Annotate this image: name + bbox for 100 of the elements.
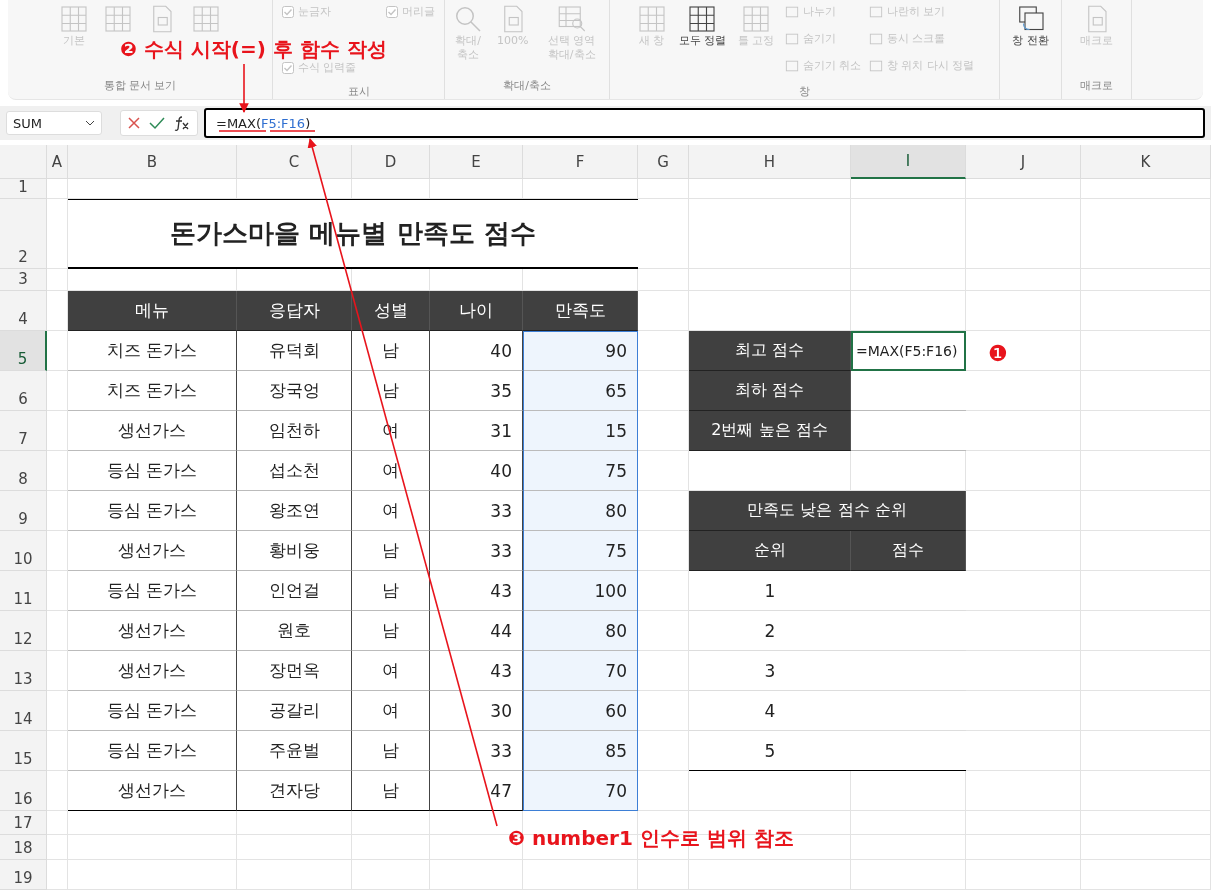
step-marker: ❶	[988, 341, 1008, 367]
summary-label: 최고 점수	[689, 331, 851, 371]
table-cell: 생선가스	[68, 531, 237, 571]
table-cell: 임천하	[237, 411, 352, 451]
group-label: 통합 문서 보기	[103, 78, 177, 94]
magnifier-icon	[453, 4, 483, 34]
arrow	[239, 63, 249, 113]
column-header[interactable]: D	[352, 145, 430, 179]
table-cell: 여	[352, 491, 430, 531]
table-cell: 생선가스	[68, 651, 237, 691]
window-grid-icon	[59, 4, 89, 34]
window-icon	[869, 4, 883, 19]
close-icon[interactable]	[127, 116, 141, 130]
group-label: 매크로	[1080, 78, 1113, 94]
table-cell: 남	[352, 531, 430, 571]
table-header: 점수	[851, 531, 966, 571]
table-cell: 생선가스	[68, 411, 237, 451]
table-cell: 여	[352, 691, 430, 731]
table-cell: 33	[430, 531, 523, 571]
row-header[interactable]: 12	[0, 611, 47, 651]
column-header[interactable]: I	[851, 145, 966, 179]
summary-cell[interactable]	[851, 371, 966, 411]
name-box[interactable]: SUM	[6, 111, 102, 135]
table-cell: 70	[523, 771, 638, 811]
row-header[interactable]: 18	[0, 835, 47, 860]
row-header[interactable]: 9	[0, 491, 47, 531]
row-header[interactable]: 19	[0, 860, 47, 890]
column-header[interactable]: E	[430, 145, 523, 179]
function-icon[interactable]	[173, 115, 191, 131]
formula-field[interactable]: =MAX(F5:F16)	[204, 108, 1205, 138]
table-cell: 60	[523, 691, 638, 731]
row-header[interactable]: 14	[0, 691, 47, 731]
table-cell: 44	[430, 611, 523, 651]
row-header[interactable]: 15	[0, 731, 47, 771]
table-cell: 31	[430, 411, 523, 451]
table-cell: 30	[430, 691, 523, 731]
table-cell: 80	[523, 611, 638, 651]
table-cell: 치즈 돈가스	[68, 371, 237, 411]
table-cell: 견자당	[237, 771, 352, 811]
table-cell: 여	[352, 651, 430, 691]
row-header[interactable]: 4	[0, 291, 47, 331]
row-header[interactable]: 11	[0, 571, 47, 611]
table-cell: 90	[523, 331, 638, 371]
table-cell: 유덕회	[237, 331, 352, 371]
table-header: 메뉴	[68, 291, 237, 331]
row-header[interactable]: 5	[0, 331, 47, 371]
row-header[interactable]: 2	[0, 199, 47, 269]
table-header: 응답자	[237, 291, 352, 331]
chevron-icon	[85, 120, 95, 126]
row-header[interactable]: 3	[0, 269, 47, 291]
checkmark-icon[interactable]	[149, 116, 165, 130]
table-cell: 남	[352, 571, 430, 611]
row-header[interactable]: 7	[0, 411, 47, 451]
column-header[interactable]: G	[638, 145, 689, 179]
select-all-corner[interactable]	[0, 145, 47, 179]
table-header: 순위	[689, 531, 851, 571]
table-cell: 남	[352, 331, 430, 371]
column-header[interactable]: F	[523, 145, 638, 179]
column-header[interactable]: H	[689, 145, 851, 179]
column-header[interactable]: K	[1081, 145, 1211, 179]
ribbon-button[interactable]: 창 전환	[1010, 4, 1051, 49]
column-header[interactable]: C	[237, 145, 352, 179]
row-header[interactable]: 17	[0, 811, 47, 835]
window-grid-icon	[687, 4, 718, 34]
table-cell: 75	[523, 451, 638, 491]
summary-label: 최하 점수	[689, 371, 851, 411]
window-grid-icon	[103, 4, 133, 34]
table-cell: 생선가스	[68, 771, 237, 811]
column-header[interactable]: A	[47, 145, 68, 179]
table-cell: 여	[352, 451, 430, 491]
row-header[interactable]: 16	[0, 771, 47, 811]
window-icon	[869, 31, 883, 46]
table-cell: 등심 돈가스	[68, 731, 237, 771]
row-header[interactable]: 13	[0, 651, 47, 691]
row-header[interactable]: 8	[0, 451, 47, 491]
table-header: 나이	[430, 291, 523, 331]
table-cell: 75	[523, 531, 638, 571]
window-icon	[784, 4, 799, 19]
window-icon	[869, 58, 883, 73]
summary-cell[interactable]: =MAX(F5:F16)	[851, 331, 966, 371]
row-header[interactable]: 6	[0, 371, 47, 411]
table-cell: 남	[352, 771, 430, 811]
table-cell: 3	[689, 651, 851, 691]
group-label: 표시	[347, 84, 370, 100]
table-cell: 장먼옥	[237, 651, 352, 691]
table-cell: 40	[430, 331, 523, 371]
callout-text: ❷ 수식 시작(=) 후 함수 작성	[120, 37, 387, 61]
column-header[interactable]: J	[966, 145, 1081, 179]
summary-cell[interactable]	[851, 411, 966, 451]
column-header[interactable]: B	[68, 145, 237, 179]
summary-label: 2번째 높은 점수	[689, 411, 851, 451]
ribbon-button[interactable]: 모두 정렬	[676, 4, 728, 49]
window-grid-icon	[741, 4, 772, 34]
row-header[interactable]: 10	[0, 531, 47, 571]
table-cell: 공갈리	[237, 691, 352, 731]
table-cell: 2	[689, 611, 851, 651]
row-header[interactable]: 1	[0, 179, 47, 199]
window-icon	[784, 58, 799, 73]
callout-text: ❸ number1 인수로 범위 참조	[508, 826, 794, 850]
table-cell: 등심 돈가스	[68, 451, 237, 491]
